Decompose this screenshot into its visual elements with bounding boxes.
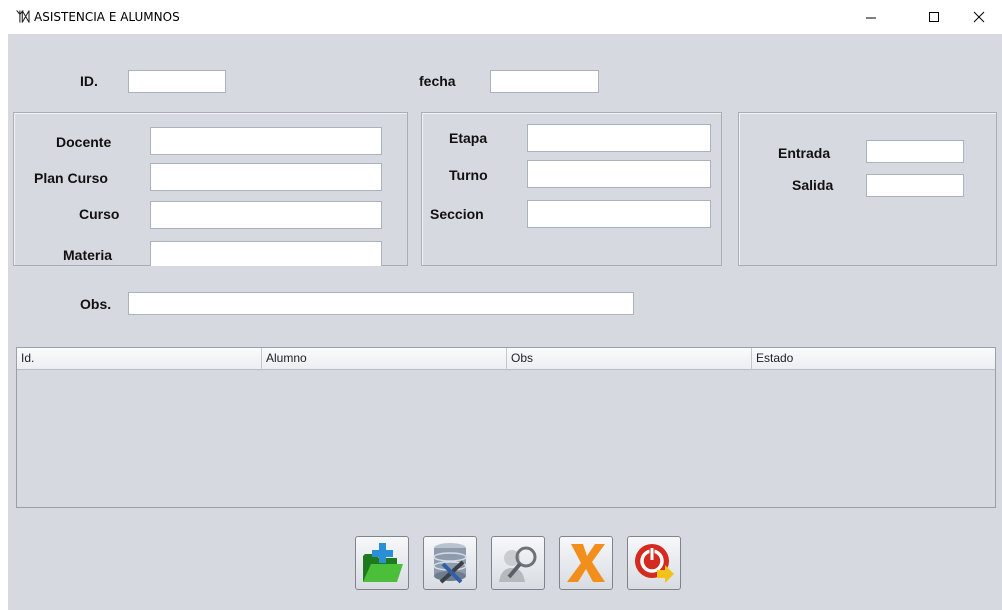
materia-field[interactable] bbox=[150, 241, 382, 266]
obs-label: Obs. bbox=[80, 296, 112, 312]
search-person-icon bbox=[499, 546, 537, 582]
curso-field[interactable] bbox=[150, 201, 382, 229]
docente-label: Docente bbox=[56, 134, 112, 150]
etapa-label: Etapa bbox=[449, 130, 488, 146]
new-button[interactable] bbox=[355, 536, 409, 590]
seccion-field[interactable] bbox=[527, 200, 711, 228]
plan-curso-label: Plan Curso bbox=[34, 170, 108, 186]
close-icon bbox=[973, 11, 985, 23]
fecha-label: fecha bbox=[419, 73, 456, 89]
search-button[interactable] bbox=[491, 536, 545, 590]
plan-curso-field[interactable] bbox=[150, 163, 382, 191]
salida-label: Salida bbox=[792, 177, 834, 193]
x-cancel-icon bbox=[567, 544, 605, 582]
salida-field[interactable] bbox=[866, 174, 964, 197]
folder-add-icon bbox=[363, 543, 403, 582]
app-logo-icon: ᛉᛞ bbox=[16, 10, 30, 25]
column-header-id[interactable]: Id. bbox=[17, 348, 262, 370]
entrada-label: Entrada bbox=[778, 145, 831, 161]
maximize-button[interactable] bbox=[911, 0, 957, 34]
exit-button[interactable] bbox=[627, 536, 681, 590]
window-title: ASISTENCIA E ALUMNOS bbox=[34, 10, 180, 24]
title-bar: ᛉᛞ ASISTENCIA E ALUMNOS bbox=[0, 0, 1002, 34]
turno-field[interactable] bbox=[527, 160, 711, 188]
power-exit-icon bbox=[635, 544, 674, 583]
docente-field[interactable] bbox=[150, 127, 382, 155]
obs-field[interactable] bbox=[128, 292, 634, 315]
column-header-estado[interactable]: Estado bbox=[752, 348, 995, 370]
database-tools-icon bbox=[433, 543, 467, 584]
minimize-button[interactable] bbox=[848, 0, 894, 34]
minimize-icon bbox=[866, 17, 876, 19]
entrada-field[interactable] bbox=[866, 140, 964, 163]
seccion-label: Seccion bbox=[430, 206, 484, 222]
etapa-field[interactable] bbox=[527, 124, 711, 152]
cancel-button[interactable] bbox=[559, 536, 613, 590]
close-button[interactable] bbox=[956, 0, 1002, 34]
materia-label: Materia bbox=[63, 247, 113, 263]
turno-label: Turno bbox=[449, 167, 488, 183]
alumnos-table[interactable]: Id. Alumno Obs Estado bbox=[16, 347, 996, 508]
table-header: Id. Alumno Obs Estado bbox=[17, 348, 995, 370]
id-field[interactable] bbox=[128, 70, 226, 93]
maximize-icon bbox=[929, 12, 939, 22]
curso-label: Curso bbox=[79, 206, 120, 222]
fecha-field[interactable] bbox=[490, 70, 599, 93]
column-header-obs[interactable]: Obs bbox=[507, 348, 752, 370]
id-label: ID. bbox=[80, 73, 98, 89]
column-header-alumno[interactable]: Alumno bbox=[262, 348, 507, 370]
save-button[interactable] bbox=[423, 536, 477, 590]
